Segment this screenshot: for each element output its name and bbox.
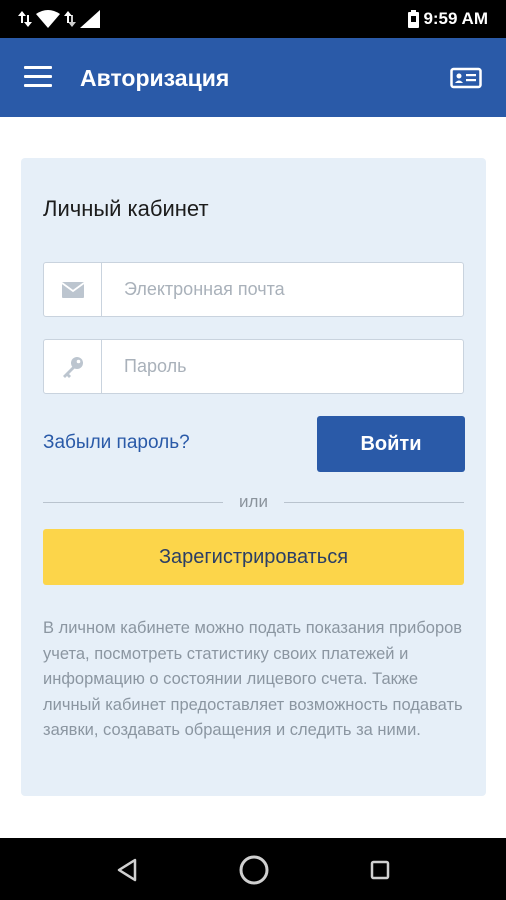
- password-field[interactable]: [43, 339, 464, 394]
- clock: 9:59 AM: [423, 9, 488, 28]
- panel-title: Личный кабинет: [43, 196, 209, 221]
- or-divider: или: [43, 492, 464, 512]
- id-card-icon[interactable]: [450, 66, 482, 90]
- password-input[interactable]: [104, 340, 459, 393]
- signal-icon: [80, 10, 100, 28]
- login-button[interactable]: Войти: [317, 416, 465, 472]
- data-arrows-icon: [64, 11, 76, 27]
- data-arrows-icon: [18, 11, 32, 27]
- email-input[interactable]: [104, 263, 459, 316]
- email-field[interactable]: [43, 262, 464, 317]
- app-bar: Авторизация: [0, 38, 506, 117]
- info-text: В личном кабинете можно подать показания…: [43, 619, 463, 739]
- hamburger-menu-icon[interactable]: [24, 66, 52, 90]
- battery-icon: [408, 10, 420, 28]
- register-button[interactable]: Зарегистрироваться: [43, 529, 464, 585]
- envelope-icon: [44, 263, 102, 316]
- login-panel: Личный кабинет Забыли пароль? Войти или …: [21, 158, 486, 796]
- back-icon[interactable]: [116, 858, 138, 882]
- status-bar: 9:59 AM: [0, 0, 506, 38]
- page-title: Авторизация: [80, 65, 230, 91]
- home-icon[interactable]: [238, 854, 270, 886]
- wifi-icon: [36, 10, 60, 28]
- navigation-bar: [0, 838, 506, 900]
- recent-apps-icon[interactable]: [370, 860, 390, 880]
- key-icon: [44, 340, 102, 393]
- forgot-password-link[interactable]: Забыли пароль?: [43, 432, 190, 454]
